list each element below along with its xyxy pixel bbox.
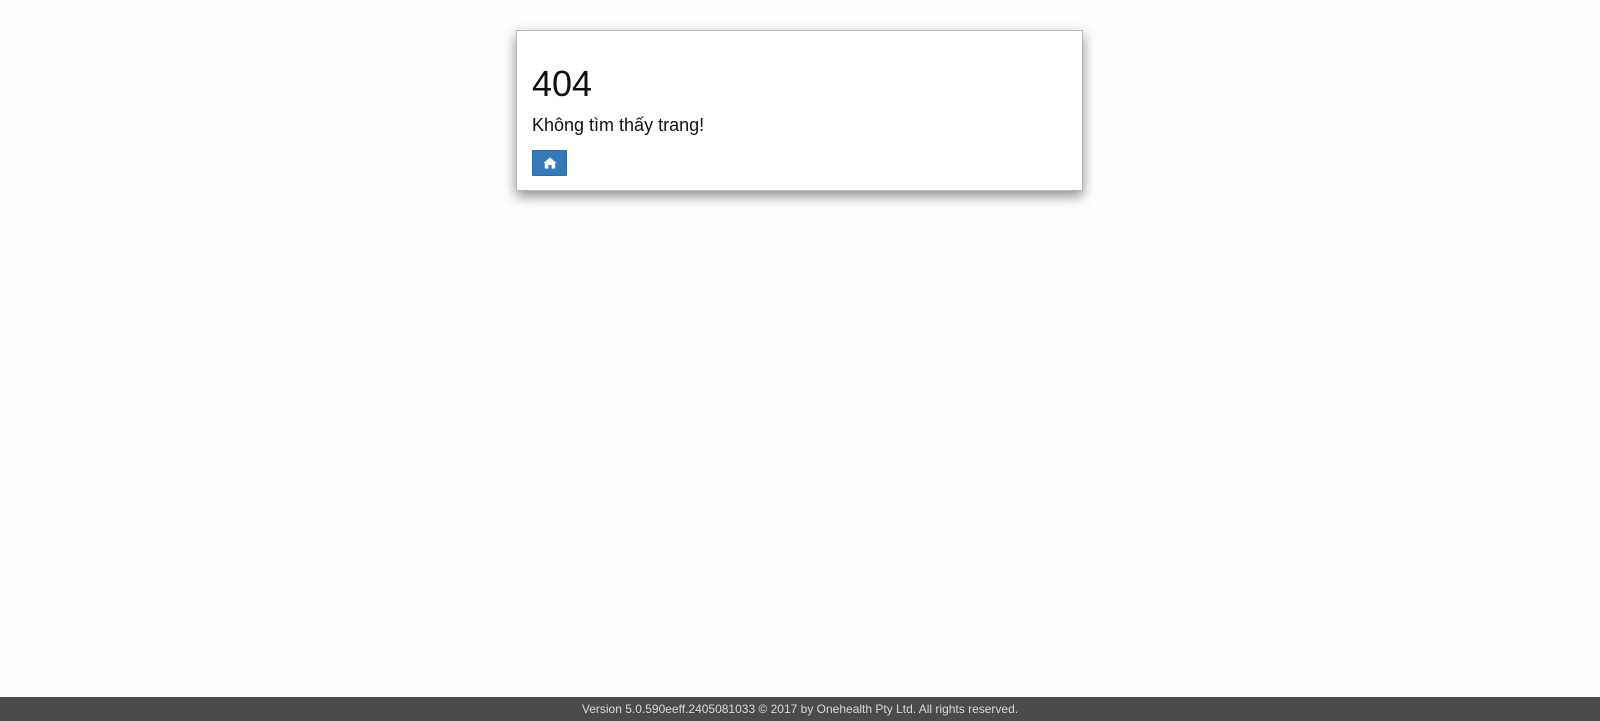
error-code: 404 (532, 63, 593, 104)
page: 404 Không tìm thấy trang! Version 5.0.59… (0, 0, 1600, 721)
error-message: Không tìm thấy trang! (532, 115, 705, 135)
footer: Version 5.0.590eeff.2405081033 © 2017 by… (0, 697, 1600, 721)
home-icon (533, 157, 566, 169)
error-card: 404 Không tìm thấy trang! (516, 30, 1083, 191)
home-button[interactable] (532, 150, 567, 176)
footer-text: Version 5.0.590eeff.2405081033 © 2017 by… (581, 702, 1019, 716)
